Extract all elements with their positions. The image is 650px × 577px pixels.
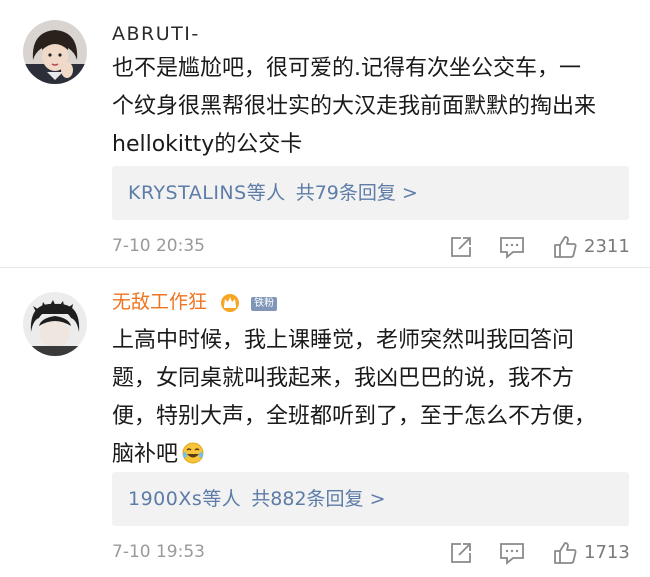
comment-icon — [500, 237, 524, 259]
comment-feed: ABRUTI- 也不是尴尬吧，很可爱的.记得有次坐公交车，一 个纹身很黑帮很壮实… — [0, 0, 650, 577]
comment-line: hellokitty的公交卡 — [112, 132, 303, 157]
comment-text: 也不是尴尬吧，很可爱的.记得有次坐公交车，一 个纹身很黑帮很壮实的大汉走我前面默… — [112, 50, 624, 164]
share-button[interactable] — [448, 233, 474, 261]
username-text[interactable]: 无敌工作狂 — [112, 291, 207, 313]
comment-line: 脑补吧 — [112, 436, 624, 474]
replies-link[interactable]: KRYSTALINS等人 共79条回复 > — [128, 181, 418, 205]
crown-icon — [221, 294, 240, 312]
share-icon — [451, 237, 471, 257]
reply-button[interactable] — [498, 539, 526, 567]
reply-count: 共79条回复 > — [295, 182, 418, 204]
comment-icon — [500, 543, 524, 565]
fan-badge: 铁粉 — [251, 297, 278, 311]
replies-preview[interactable]: 1900Xs等人 共882条回复 > — [112, 472, 629, 526]
comment-line-text: 脑补吧 — [112, 442, 179, 467]
timestamp: 7-10 20:35 — [112, 236, 205, 256]
reply-count: 共882条回复 > — [251, 488, 386, 510]
comment-card: 无敌工作狂 铁粉 上高中时候，我上课睡觉，老师突然叫我回答问 题，女同桌就叫我起… — [0, 268, 650, 577]
reply-button[interactable] — [498, 233, 526, 261]
comment-card: ABRUTI- 也不是尴尬吧，很可爱的.记得有次坐公交车，一 个纹身很黑帮很壮实… — [0, 0, 650, 268]
replies-preview[interactable]: KRYSTALINS等人 共79条回复 > — [112, 166, 629, 220]
comment-line: 题，女同桌就叫我起来，我凶巴巴的说，我不方 — [112, 366, 575, 391]
comment-footer: 7-10 20:35 2311 — [112, 232, 630, 262]
reply-users: KRYSTALINS等人 — [128, 182, 286, 204]
thumbs-up-icon — [554, 542, 577, 564]
laughing-tears-emoji — [182, 442, 204, 464]
share-button[interactable] — [448, 539, 474, 567]
timestamp: 7-10 19:53 — [112, 542, 205, 562]
thumbs-up-icon — [554, 236, 577, 258]
comment-footer: 7-10 19:53 1713 — [112, 538, 630, 568]
comment-line: 上高中时候，我上课睡觉，老师突然叫我回答问 — [112, 328, 575, 353]
comment-line: 个纹身很黑帮很壮实的大汉走我前面默默的掏出来 — [112, 94, 597, 119]
like-count: 2311 — [584, 236, 630, 257]
comment-line: 也不是尴尬吧，很可爱的.记得有次坐公交车，一 — [112, 56, 581, 81]
username[interactable]: ABRUTI- — [112, 22, 200, 46]
comment-text: 上高中时候，我上课睡觉，老师突然叫我回答问 题，女同桌就叫我起来，我凶巴巴的说，… — [112, 322, 624, 474]
like-button[interactable]: 2311 — [552, 233, 630, 261]
share-icon — [451, 543, 471, 563]
avatar[interactable] — [23, 292, 87, 356]
like-button[interactable]: 1713 — [552, 539, 630, 567]
replies-link[interactable]: 1900Xs等人 共882条回复 > — [128, 487, 386, 511]
avatar[interactable] — [23, 20, 87, 84]
comment-line: 便，特别大声，全班都听到了，至于怎么不方便， — [112, 404, 597, 429]
like-count: 1713 — [584, 542, 630, 563]
username[interactable]: 无敌工作狂 铁粉 — [112, 290, 278, 314]
reply-users: 1900Xs等人 — [128, 488, 242, 510]
